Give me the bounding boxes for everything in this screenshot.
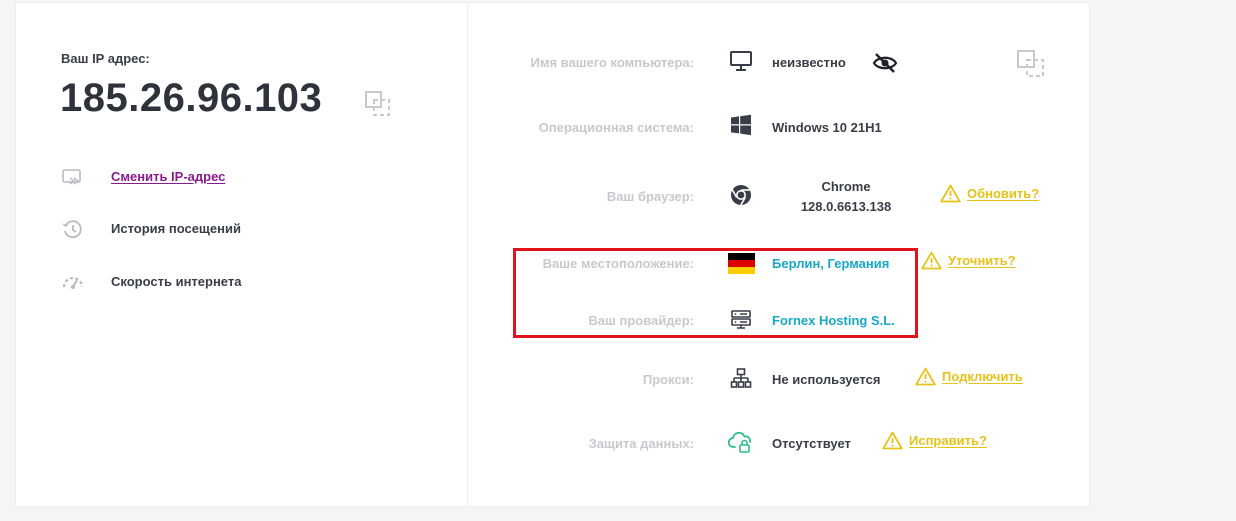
highlight-box <box>513 248 918 338</box>
hidden-eye-icon[interactable] <box>872 52 898 74</box>
browser-value: Chrome 128.0.6613.138 <box>790 177 902 217</box>
browser-label: Ваш браузер: <box>606 189 694 204</box>
protection-label: Защита данных: <box>588 436 694 451</box>
copy-ip-icon[interactable] <box>365 91 391 117</box>
warning-icon <box>882 431 903 450</box>
browser-name: Chrome <box>821 179 871 194</box>
refine-location-warning[interactable]: Уточнить? <box>921 251 1016 270</box>
computer-name-value: неизвестно <box>772 55 846 70</box>
os-label: Операционная система: <box>538 120 694 135</box>
windows-icon <box>727 112 755 138</box>
copy-info-icon[interactable] <box>1017 50 1045 78</box>
chrome-icon <box>727 182 755 208</box>
refine-location-link[interactable]: Уточнить? <box>948 253 1016 268</box>
os-value: Windows 10 21H1 <box>772 120 882 135</box>
speed-icon[interactable] <box>60 270 86 294</box>
browser-version: 128.0.6613.138 <box>800 199 892 214</box>
change-ip-icon[interactable] <box>60 166 86 190</box>
history-icon[interactable] <box>60 218 86 242</box>
change-ip-link[interactable]: Сменить IP-адрес <box>111 169 225 184</box>
card-divider <box>467 2 468 507</box>
warning-icon <box>940 184 961 203</box>
connect-proxy-warning[interactable]: Подключить <box>915 367 1023 386</box>
warning-icon <box>921 251 942 270</box>
proxy-value: Не используется <box>772 372 881 387</box>
proxy-label: Прокси: <box>642 372 694 387</box>
history-link[interactable]: История посещений <box>111 221 241 236</box>
change-ip-link-label[interactable]: Сменить IP-адрес <box>111 169 225 184</box>
monitor-icon <box>727 48 755 74</box>
warning-icon <box>915 367 936 386</box>
computer-name-label: Имя вашего компьютера: <box>530 55 694 70</box>
speed-link[interactable]: Скорость интернета <box>111 274 241 289</box>
update-browser-warning[interactable]: Обновить? <box>940 184 1039 203</box>
cloud-lock-icon <box>727 429 755 455</box>
network-icon <box>727 366 755 392</box>
ip-address: 185.26.96.103 <box>60 76 323 120</box>
fix-protection-link[interactable]: Исправить? <box>909 433 987 448</box>
ip-label: Ваш IP адрес: <box>61 51 150 66</box>
connect-proxy-link[interactable]: Подключить <box>942 369 1023 384</box>
protection-value: Отсутствует <box>772 436 851 451</box>
fix-protection-warning[interactable]: Исправить? <box>882 431 987 450</box>
update-browser-link[interactable]: Обновить? <box>967 186 1039 201</box>
